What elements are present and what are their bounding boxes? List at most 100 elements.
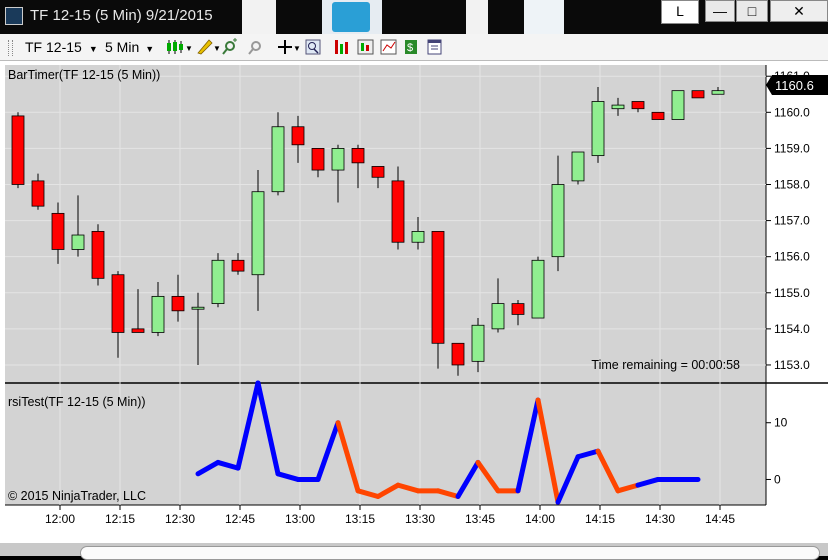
candle-down [631,101,645,110]
candle-down [311,148,325,171]
maximize-button[interactable]: □ [736,0,768,22]
time-tick-label: 12:15 [105,512,135,526]
crosshair-icon[interactable]: ▼ [278,40,301,54]
price-tick-label: 1154.0 [774,322,810,336]
time-remaining-label: Time remaining = 00:00:58 [591,358,740,372]
candle-up [411,231,425,243]
candle-down [391,180,405,243]
user-badge[interactable]: L [661,0,699,24]
horizontal-scrollbar[interactable] [80,546,820,560]
time-tick-label: 13:15 [345,512,375,526]
pencil-icon[interactable]: ▼ [197,39,221,55]
candle-up [271,126,285,193]
candle-down [171,295,185,312]
background-window-fragment [524,0,564,34]
candlestick-icon[interactable]: ▼ [167,40,193,54]
candle-up [211,259,225,304]
zoom-out-icon[interactable] [248,41,261,55]
candle-down [131,328,145,333]
candle-down [511,303,525,315]
candle-down [91,231,105,279]
current-price-label: 1160.6 [775,78,814,93]
strategy-icon[interactable] [380,39,397,55]
candle-down [231,259,245,272]
price-tick-label: 1158.0 [774,177,810,191]
svg-text:▼: ▼ [185,44,193,53]
candle-up [531,259,545,319]
candle-up [611,104,625,110]
indicators-icon[interactable] [357,39,374,55]
price-tick-label: 1159.0 [774,141,810,155]
current-price-marker: 1160.6 [766,75,828,95]
instrument-label: TF 12-15 [25,39,82,55]
svg-text:$: $ [407,42,413,54]
background-window-fragment [466,0,488,34]
candle-down [651,111,665,120]
toolbar-grip[interactable] [8,40,13,56]
chevron-down-icon: ▼ [145,44,155,54]
background-window-fragment [242,0,276,34]
candle-up [711,90,725,95]
time-tick-label: 14:15 [585,512,615,526]
candle-down [51,212,65,250]
time-tick-label: 12:45 [225,512,255,526]
svg-text:▼: ▼ [213,44,221,53]
candle-down [291,126,305,146]
candle-up [571,151,585,182]
candle-down [351,148,365,164]
candle-down [451,342,465,366]
time-tick-label: 14:00 [525,512,555,526]
app-icon [5,7,23,25]
instrument-selector[interactable]: TF 12-15 ▼ [25,39,98,55]
interval-label: 5 Min [105,39,140,55]
price-panel-label: BarTimer(TF 12-15 (5 Min)) [8,68,160,82]
chart-canvas: 1161.01160.01159.01158.01157.01156.01155… [5,65,828,526]
candle-up [471,324,485,362]
price-tick-label: 1160.0 [774,105,810,119]
candle-down [111,274,125,333]
bar-style-icon[interactable] [335,40,348,54]
rsi-axis: 10 0 [766,416,788,486]
time-tick-label: 14:45 [705,512,735,526]
price-axis: 1161.01160.01159.01158.01157.01156.01155… [766,69,810,372]
candle-down [691,90,705,99]
rsi-tick-label: 0 [774,472,781,486]
candle-down [11,115,25,185]
rsi-panel-label: rsiTest(TF 12-15 (5 Min)) [8,395,146,409]
dollar-icon[interactable]: $ [405,40,417,54]
price-tick-label: 1156.0 [774,250,810,264]
price-tick-label: 1153.0 [774,358,810,372]
candle-down [431,231,445,344]
chevron-down-icon: ▼ [88,44,98,54]
candle-up [191,306,205,310]
magnify-icon[interactable] [305,39,321,55]
rsi-tick-label: 10 [774,416,788,430]
window-title: TF 12-15 (5 Min) 9/21/2015 [30,7,213,24]
candle-up [551,184,565,258]
copyright-label: © 2015 NinjaTrader, LLC [8,489,146,503]
time-tick-label: 12:30 [165,512,195,526]
time-axis: 12:00 12:15 12:30 12:45 13:00 13:15 13:30 13:45… [45,505,735,526]
time-tick-label: 13:45 [465,512,495,526]
candle-up [331,148,345,171]
minimize-button[interactable]: — [705,0,735,22]
candle-up [251,191,265,276]
properties-icon[interactable] [427,39,442,55]
time-tick-label: 14:30 [645,512,675,526]
candle-up [591,101,605,157]
candle-up [71,234,85,250]
candle-up [491,303,505,330]
time-tick-label: 13:30 [405,512,435,526]
time-tick-label: 13:00 [285,512,315,526]
candle-up [151,295,165,333]
candle-up [671,90,685,120]
svg-text:▼: ▼ [293,44,301,53]
price-tick-label: 1157.0 [774,214,810,228]
background-app-icon [332,2,370,32]
candle-down [371,166,385,178]
close-button[interactable]: ✕ [770,0,828,22]
interval-selector[interactable]: 5 Min ▼ [105,39,154,55]
zoom-in-icon[interactable] [222,38,237,55]
candle-down [31,180,45,207]
price-tick-label: 1155.0 [774,286,810,300]
